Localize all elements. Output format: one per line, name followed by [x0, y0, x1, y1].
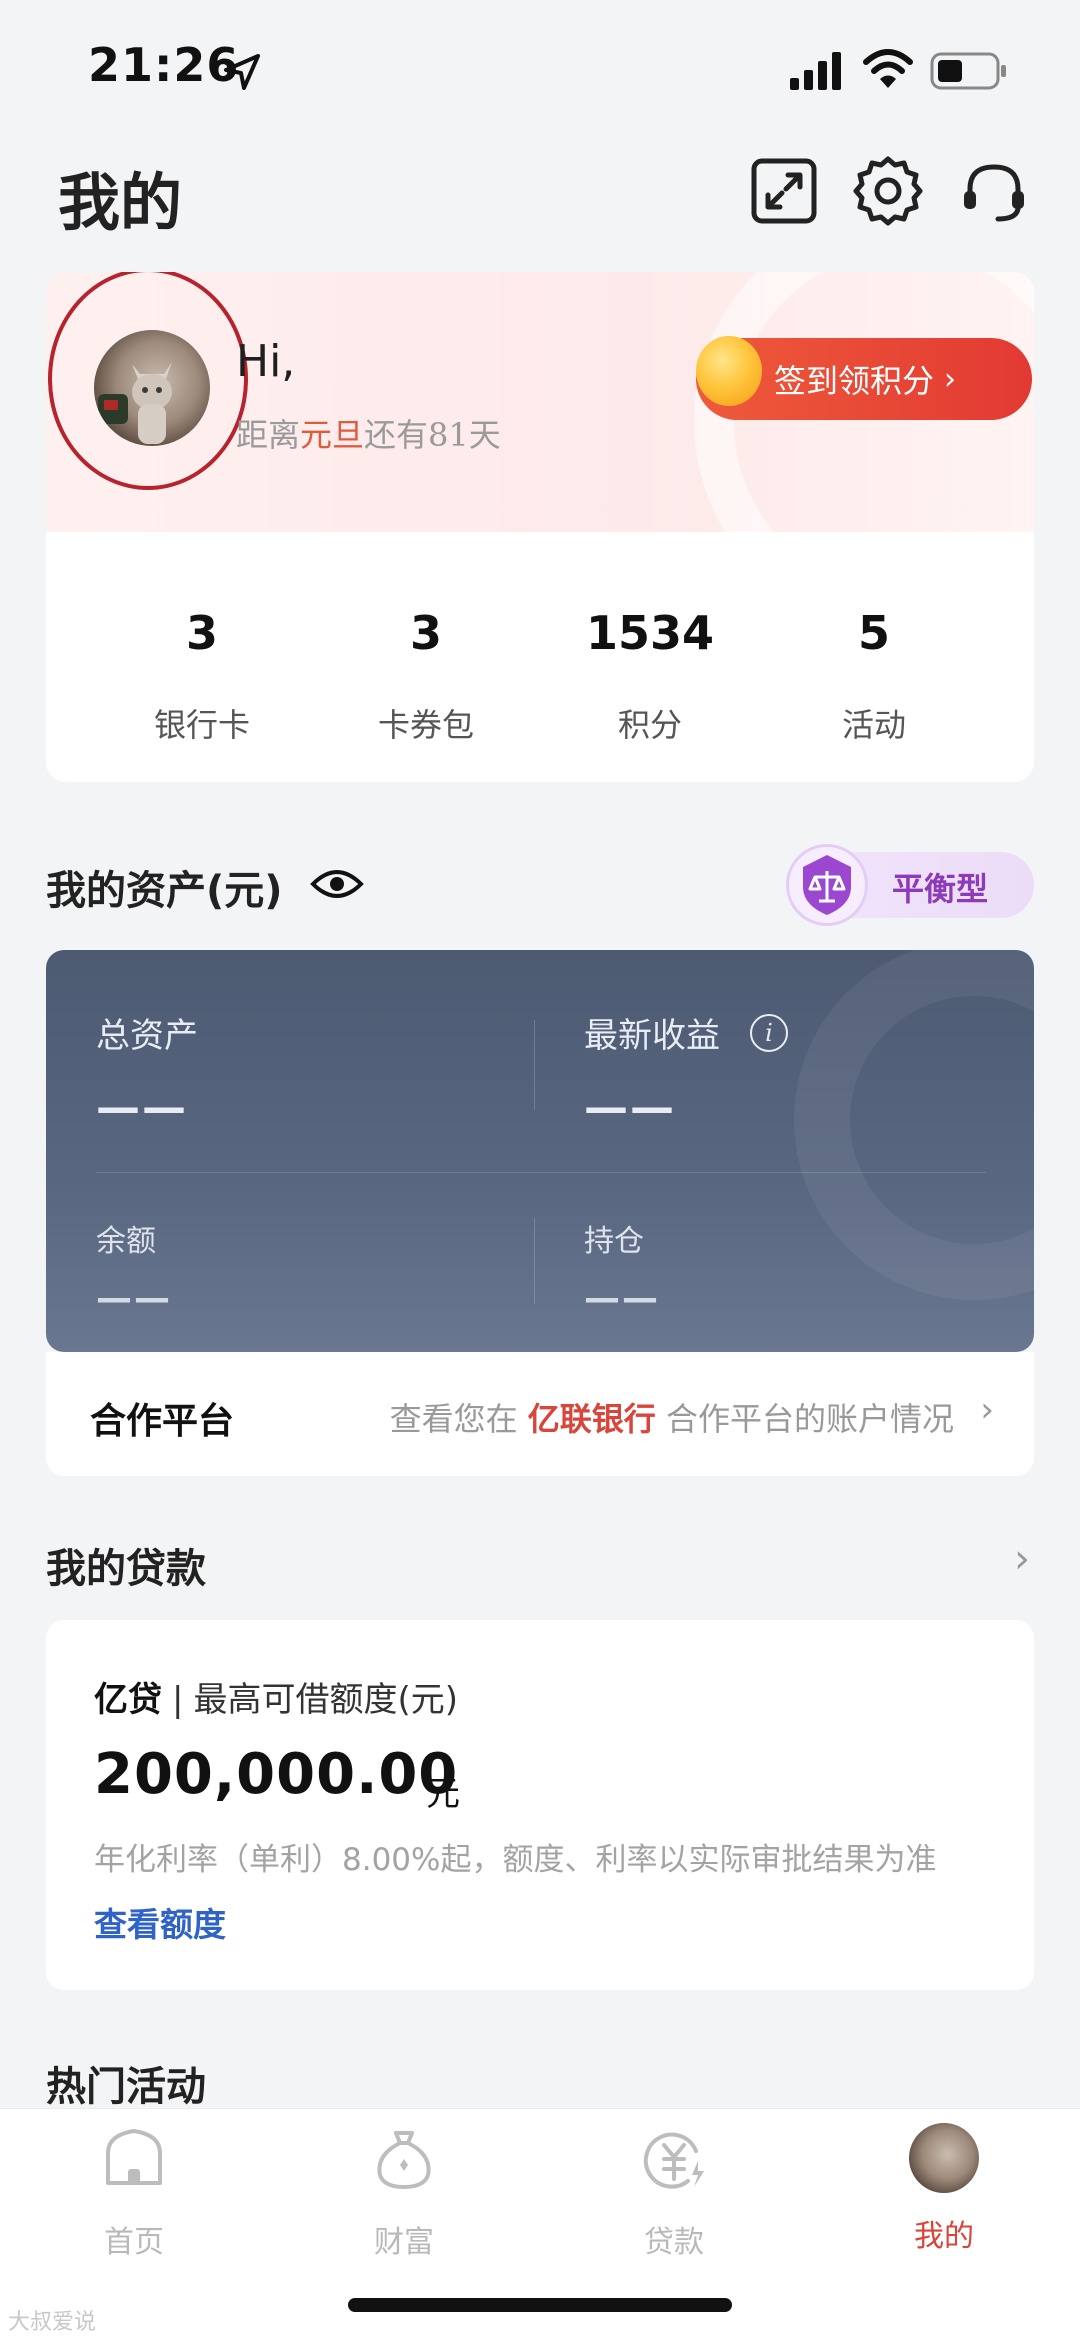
- greeting: Hi,: [236, 336, 296, 387]
- sign-in-label: 签到领积分: [774, 362, 935, 400]
- watermark: 大叔爱说: [8, 2310, 97, 2335]
- holdings-value: ——: [584, 1278, 660, 1319]
- home-indicator[interactable]: [348, 2298, 732, 2312]
- loan-header: 亿贷 | 最高可借额度(元): [94, 1672, 458, 1721]
- countdown-unit: 天: [468, 416, 501, 454]
- profile-banner: Hi, 距离元旦还有81天 签到领积分 ›: [46, 272, 1034, 632]
- stat-label: 活动: [841, 706, 906, 744]
- wealth-icon: [377, 2131, 431, 2189]
- stat-bank-cards[interactable]: 3 银行卡: [102, 606, 302, 746]
- wifi-icon: [863, 49, 913, 88]
- tab-label: 财富: [374, 2225, 434, 2260]
- divider: [534, 1020, 535, 1110]
- loan-limit-label: 最高可借额度(元): [193, 1680, 458, 1720]
- total-assets-value: ——: [96, 1082, 188, 1133]
- stat-value: 5: [857, 606, 890, 660]
- chevron-right-icon: ›: [980, 1390, 994, 1430]
- holdings-label: 持仓: [584, 1224, 644, 1259]
- stat-value: 1534: [585, 606, 715, 660]
- tab-loans[interactable]: 贷款: [594, 2123, 754, 2261]
- countdown-suffix: 还有: [364, 416, 429, 454]
- avatar[interactable]: [94, 330, 210, 446]
- total-assets-label: 总资产: [96, 1016, 198, 1056]
- loan-amount: 200,000.00: [94, 1742, 459, 1807]
- loan-product-name: 亿贷: [94, 1680, 162, 1720]
- desc-prefix: 查看您在: [389, 1400, 518, 1438]
- partner-bank-name: 亿联银行: [527, 1400, 656, 1438]
- countdown-days: 81: [428, 416, 469, 454]
- loan-card[interactable]: 亿贷 | 最高可借额度(元) 200,000.00 元 年化利率（单利）8.00%起…: [46, 1620, 1034, 1990]
- countdown-holiday: 元旦: [300, 416, 365, 454]
- stat-label: 银行卡: [153, 706, 250, 744]
- divider: [534, 1218, 535, 1304]
- page-title: 我的: [58, 166, 183, 239]
- chevron-right-icon: ›: [944, 361, 957, 397]
- stat-points[interactable]: 1534 积分: [550, 606, 750, 746]
- coin-icon: [696, 336, 762, 406]
- balance-label: 余额: [96, 1224, 156, 1259]
- gear-icon[interactable]: [852, 155, 924, 227]
- avatar: [909, 2123, 979, 2193]
- risk-profile-label: 平衡型: [892, 870, 989, 908]
- profile-stats: 3 银行卡 3 卡券包 1534 积分 5 活动: [46, 572, 1034, 772]
- balance-value: ——: [96, 1278, 172, 1319]
- stat-label: 积分: [617, 706, 682, 744]
- partner-platform-title: 合作平台: [90, 1401, 235, 1442]
- loan-unit: 元: [426, 1774, 460, 1814]
- loan-rate-note: 年化利率（单利）8.00%起，额度、利率以实际审批结果为准: [94, 1842, 937, 1878]
- asset-summary-card[interactable]: 总资产 —— 最新收益 i —— 余额 —— 持仓 ——: [46, 950, 1034, 1352]
- view-limit-link[interactable]: 查看额度: [94, 1898, 226, 1946]
- info-icon[interactable]: i: [750, 1014, 788, 1052]
- latest-earnings-value: ——: [584, 1082, 676, 1133]
- tab-label: 我的: [914, 2219, 974, 2254]
- location-arrow-icon: [224, 54, 260, 90]
- stat-coupons[interactable]: 3 卡券包: [326, 606, 526, 746]
- stat-activities[interactable]: 5 活动: [774, 606, 974, 746]
- countdown-prefix: 距离: [236, 416, 301, 454]
- card-decoration: [794, 950, 1034, 1300]
- partner-platform-row[interactable]: 合作平台 查看您在 亿联银行 合作平台的账户情况 ›: [46, 1352, 1034, 1476]
- tab-label: 贷款: [644, 2225, 704, 2260]
- battery-icon: [930, 52, 1006, 90]
- loan-icon: [643, 2132, 704, 2189]
- tab-label: 首页: [104, 2225, 164, 2260]
- stat-value: 3: [409, 606, 442, 660]
- expand-icon[interactable]: [748, 155, 820, 227]
- status-time: 21:26: [88, 38, 240, 92]
- partner-platform-desc: 查看您在 亿联银行 合作平台的账户情况: [390, 1394, 954, 1440]
- loans-chevron-icon[interactable]: ›: [1014, 1536, 1030, 1582]
- desc-suffix: 合作平台的账户情况: [665, 1400, 954, 1438]
- scale-icon: [786, 844, 868, 926]
- tab-wealth[interactable]: 财富: [324, 2123, 484, 2261]
- stat-value: 3: [185, 606, 218, 660]
- divider: [96, 1172, 986, 1173]
- tab-home[interactable]: 首页: [54, 2123, 214, 2261]
- headset-icon[interactable]: [958, 155, 1030, 227]
- holiday-countdown: 距离元旦还有81天: [236, 410, 501, 456]
- eye-icon[interactable]: [310, 866, 364, 902]
- hot-activities-title: 热门活动: [46, 2064, 206, 2110]
- latest-earnings-label: 最新收益: [584, 1016, 720, 1056]
- home-icon: [106, 2129, 162, 2185]
- assets-title: 我的资产(元): [46, 868, 283, 914]
- tab-mine[interactable]: 我的: [864, 2123, 1024, 2255]
- loans-title: 我的贷款: [46, 1546, 206, 1592]
- cat-photo: [98, 362, 172, 444]
- signal-icon: [790, 52, 841, 90]
- separator: |: [172, 1680, 184, 1720]
- stat-label: 卡券包: [377, 706, 474, 744]
- profile-card: Hi, 距离元旦还有81天 签到领积分 › 3 银行卡 3 卡券包 1534 积…: [46, 272, 1034, 782]
